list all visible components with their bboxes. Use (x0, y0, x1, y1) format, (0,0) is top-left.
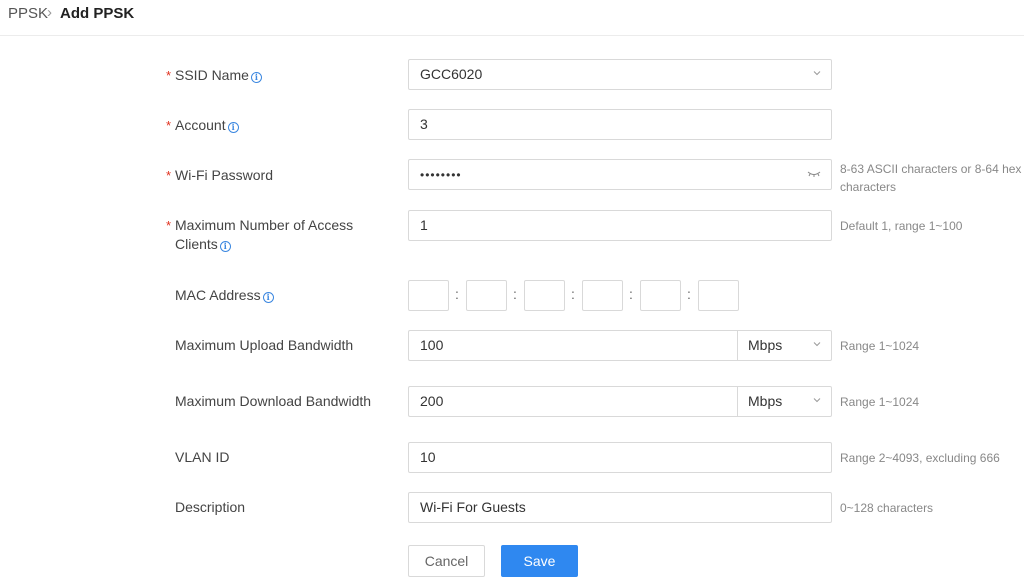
wifi-password-label-text: Wi-Fi Password (175, 167, 274, 183)
cancel-button[interactable]: Cancel (408, 545, 485, 577)
description-help: 0~128 characters (840, 501, 934, 515)
upload-unit-select[interactable]: Mbps (737, 330, 832, 361)
chevron-down-icon (813, 71, 821, 76)
account-label: Account i (175, 116, 239, 135)
download-bandwidth-input[interactable]: 200 (408, 386, 738, 417)
ssid-name-select[interactable]: GCC6020 (408, 59, 832, 90)
max-clients-label-line1: Maximum Number of Access (175, 217, 354, 233)
mac-separator: : (513, 286, 517, 302)
page-header: PPSK › Add PPSK (0, 0, 1024, 36)
ssid-name-value: GCC6020 (420, 66, 483, 82)
required-marker: * (166, 168, 172, 183)
wifi-password-help: 8-63 ASCII characters or 8-64 hex charac… (840, 160, 1021, 196)
wifi-password-help-line1: 8-63 ASCII characters or 8-64 hex (840, 162, 1022, 176)
vlan-id-label: VLAN ID (175, 449, 230, 465)
breadcrumb-separator: › (47, 4, 52, 21)
info-icon[interactable]: i (262, 292, 274, 303)
chevron-down-icon (813, 398, 821, 403)
required-marker: * (166, 68, 172, 83)
mac-octet-4-input[interactable] (582, 280, 623, 311)
download-unit-select[interactable]: Mbps (737, 386, 832, 417)
required-marker: * (166, 218, 172, 233)
download-bandwidth-label: Maximum Download Bandwidth (175, 393, 372, 409)
wifi-password-value: •••••••• (420, 168, 462, 182)
max-clients-label: Maximum Number of Access Clients i (175, 216, 353, 254)
mac-separator: : (571, 286, 575, 302)
mac-separator: : (629, 286, 633, 302)
max-clients-input[interactable]: 1 (408, 210, 832, 241)
breadcrumb-current: Add PPSK (60, 5, 135, 22)
description-input[interactable]: Wi-Fi For Guests (408, 492, 832, 523)
mac-octet-2-input[interactable] (466, 280, 507, 311)
breadcrumb-ppsk[interactable]: PPSK (8, 5, 48, 22)
account-label-text: Account (175, 117, 226, 133)
upload-bandwidth-input[interactable]: 100 (408, 330, 738, 361)
upload-bandwidth-label: Maximum Upload Bandwidth (175, 337, 354, 353)
mac-separator: : (455, 286, 459, 302)
account-value: 3 (420, 116, 428, 132)
account-input[interactable]: 3 (408, 109, 832, 140)
vlan-id-help: Range 2~4093, excluding 666 (840, 451, 1000, 465)
max-clients-help: Default 1, range 1~100 (840, 219, 963, 233)
upload-bandwidth-value: 100 (420, 337, 444, 353)
ssid-name-label-text: SSID Name (175, 67, 249, 83)
mac-separator: : (687, 286, 691, 302)
info-icon[interactable]: i (219, 241, 231, 252)
chevron-down-icon (813, 342, 821, 347)
download-unit-value: Mbps (748, 393, 783, 409)
description-value: Wi-Fi For Guests (420, 499, 526, 515)
eye-closed-icon[interactable] (807, 169, 821, 179)
mac-octet-3-input[interactable] (524, 280, 565, 311)
save-button[interactable]: Save (501, 545, 578, 577)
download-bandwidth-help: Range 1~1024 (840, 395, 920, 409)
vlan-id-input[interactable]: 10 (408, 442, 832, 473)
upload-bandwidth-help: Range 1~1024 (840, 339, 920, 353)
mac-octet-5-input[interactable] (640, 280, 681, 311)
info-icon[interactable]: i (250, 72, 262, 83)
info-icon[interactable]: i (227, 122, 239, 133)
mac-octet-6-input[interactable] (698, 280, 739, 311)
max-clients-value: 1 (420, 217, 428, 233)
download-bandwidth-value: 200 (420, 393, 444, 409)
mac-address-label-text: MAC Address (175, 287, 261, 303)
wifi-password-input[interactable]: •••••••• (408, 159, 832, 190)
description-label: Description (175, 499, 246, 515)
max-clients-label-line2: Clients (175, 236, 218, 252)
mac-octet-1-input[interactable] (408, 280, 449, 311)
ssid-name-label: SSID Name i (175, 66, 262, 85)
upload-unit-value: Mbps (748, 337, 783, 353)
mac-address-label: MAC Address i (175, 286, 274, 305)
required-marker: * (166, 118, 172, 133)
wifi-password-label: Wi-Fi Password (175, 166, 273, 185)
wifi-password-help-line2: characters (840, 180, 897, 194)
vlan-id-value: 10 (420, 449, 436, 465)
